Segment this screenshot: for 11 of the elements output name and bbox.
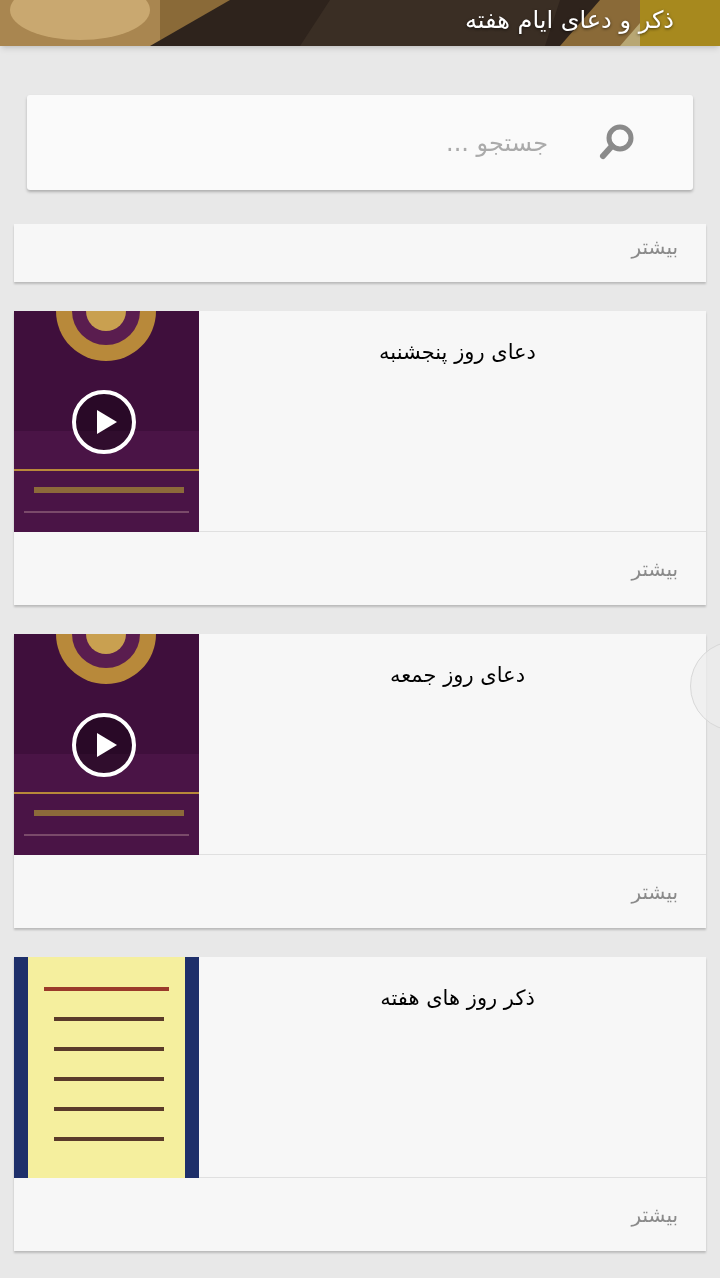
card-title: ذکر روز های هفته (380, 986, 535, 1010)
more-link[interactable]: بیشتر (631, 876, 678, 907)
more-link[interactable]: بیشتر (631, 553, 678, 584)
play-button[interactable] (71, 389, 137, 455)
more-link[interactable]: بیشتر (631, 232, 678, 262)
card-title: دعای روز جمعه (390, 663, 525, 687)
page-title: ذکر و دعای ایام هفته (465, 5, 674, 36)
more-link[interactable]: بیشتر (631, 1199, 678, 1230)
card-title: دعای روز پنجشنبه (379, 340, 536, 364)
search-field[interactable]: جستجو ... (27, 95, 693, 190)
play-button[interactable] (71, 712, 137, 778)
